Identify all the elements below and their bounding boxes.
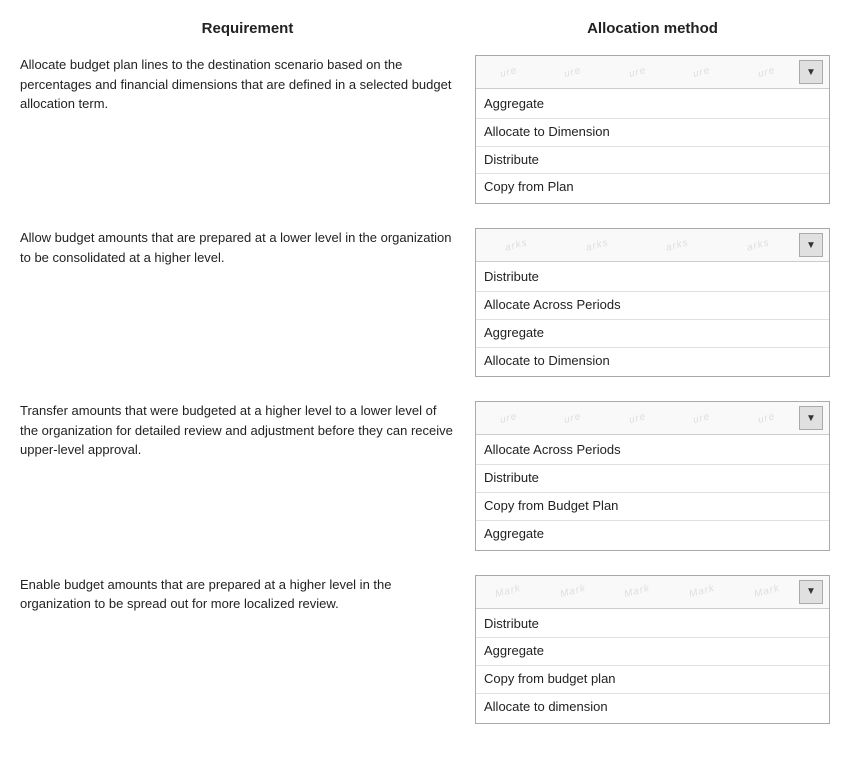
- dropdown-arrow-3[interactable]: ▼: [799, 406, 823, 430]
- watermark-text: arks: [746, 237, 771, 254]
- allocation-cell-4: Mark Mark Mark Mark Mark ▼ DistributeAggregate…: [475, 575, 830, 724]
- option-2-3[interactable]: Aggregate: [476, 320, 829, 348]
- watermark-text: ure: [757, 411, 777, 426]
- option-1-3[interactable]: Distribute: [476, 147, 829, 175]
- watermark-text: ure: [563, 411, 583, 426]
- watermark-text: Mark: [494, 583, 522, 600]
- option-3-1[interactable]: Allocate Across Periods: [476, 437, 829, 465]
- dropdown-arrow-4[interactable]: ▼: [799, 580, 823, 604]
- dropdown-header-1[interactable]: ure ure ure ure ure ▼: [476, 56, 829, 89]
- watermark-text: ure: [628, 64, 648, 79]
- requirement-cell-3: Transfer amounts that were budgeted at a…: [20, 401, 475, 460]
- table-row: Allow budget amounts that are prepared a…: [20, 228, 830, 377]
- option-4-1[interactable]: Distribute: [476, 611, 829, 639]
- watermark-text: ure: [498, 411, 518, 426]
- header-requirement: Requirement: [20, 20, 475, 37]
- watermark-text: Mark: [559, 583, 587, 600]
- option-1-1[interactable]: Aggregate: [476, 91, 829, 119]
- requirement-cell-1: Allocate budget plan lines to the destin…: [20, 55, 475, 114]
- allocation-cell-1: ure ure ure ure ure ▼ AggregateAllocate to Dim…: [475, 55, 830, 204]
- option-4-3[interactable]: Copy from budget plan: [476, 666, 829, 694]
- dropdown-header-3[interactable]: ure ure ure ure ure ▼: [476, 402, 829, 435]
- dropdown-arrow-2[interactable]: ▼: [799, 233, 823, 257]
- dropdown-options-3: Allocate Across PeriodsDistributeCopy fr…: [476, 435, 829, 549]
- watermark-text: arks: [665, 237, 690, 254]
- watermark-text: arks: [585, 237, 610, 254]
- option-1-4[interactable]: Copy from Plan: [476, 174, 829, 201]
- dropdown-header-2[interactable]: arks arks arks arks ▼: [476, 229, 829, 262]
- option-2-1[interactable]: Distribute: [476, 264, 829, 292]
- watermark-text: ure: [692, 64, 712, 79]
- table-row: Enable budget amounts that are prepared …: [20, 575, 830, 724]
- dropdown-arrow-1[interactable]: ▼: [799, 60, 823, 84]
- option-3-4[interactable]: Aggregate: [476, 521, 829, 548]
- option-3-3[interactable]: Copy from Budget Plan: [476, 493, 829, 521]
- watermark-text: Mark: [623, 583, 651, 600]
- dropdown-options-1: AggregateAllocate to DimensionDistribute…: [476, 89, 829, 203]
- watermark-text: Mark: [753, 583, 781, 600]
- table-row: Transfer amounts that were budgeted at a…: [20, 401, 830, 550]
- dropdown-options-2: DistributeAllocate Across PeriodsAggrega…: [476, 262, 829, 376]
- option-3-2[interactable]: Distribute: [476, 465, 829, 493]
- allocation-cell-2: arks arks arks arks ▼ DistributeAllocate Acro…: [475, 228, 830, 377]
- option-4-4[interactable]: Allocate to dimension: [476, 694, 829, 721]
- option-2-4[interactable]: Allocate to Dimension: [476, 348, 829, 375]
- watermark-text: ure: [498, 64, 518, 79]
- watermark-text: ure: [628, 411, 648, 426]
- option-2-2[interactable]: Allocate Across Periods: [476, 292, 829, 320]
- watermark-text: Mark: [688, 583, 716, 600]
- dropdown-options-4: DistributeAggregateCopy from budget plan…: [476, 609, 829, 723]
- header-allocation-method: Allocation method: [475, 20, 830, 37]
- requirement-cell-4: Enable budget amounts that are prepared …: [20, 575, 475, 614]
- requirement-cell-2: Allow budget amounts that are prepared a…: [20, 228, 475, 267]
- watermark-text: ure: [692, 411, 712, 426]
- watermark-text: arks: [504, 237, 529, 254]
- watermark-3: ure ure ure ure ure: [476, 402, 799, 434]
- watermark-4: Mark Mark Mark Mark Mark: [476, 576, 799, 608]
- dropdown-header-4[interactable]: Mark Mark Mark Mark Mark ▼: [476, 576, 829, 609]
- watermark-1: ure ure ure ure ure: [476, 56, 799, 88]
- table-row: Allocate budget plan lines to the destin…: [20, 55, 830, 204]
- watermark-2: arks arks arks arks: [476, 229, 799, 261]
- watermark-text: ure: [757, 64, 777, 79]
- watermark-text: ure: [563, 64, 583, 79]
- allocation-cell-3: ure ure ure ure ure ▼ Allocate Across PeriodsD…: [475, 401, 830, 550]
- option-1-2[interactable]: Allocate to Dimension: [476, 119, 829, 147]
- option-4-2[interactable]: Aggregate: [476, 638, 829, 666]
